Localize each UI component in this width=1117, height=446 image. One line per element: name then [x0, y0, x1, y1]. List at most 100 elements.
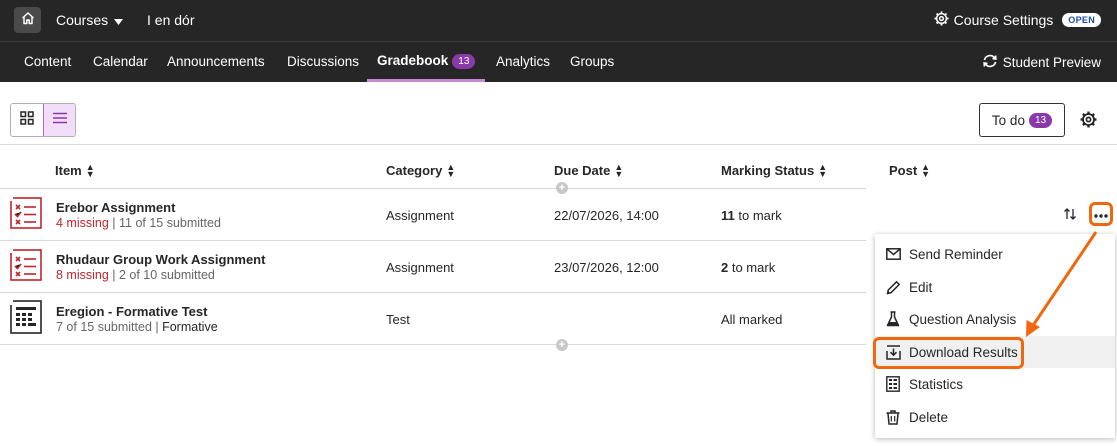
tab-analytics[interactable]: Analytics	[496, 54, 550, 69]
item-submission-summary: 4 missing | 11 of 15 submitted	[56, 216, 221, 230]
menu-item-question-analysis[interactable]: Question Analysis	[875, 303, 1115, 335]
grid-icon	[20, 110, 34, 130]
due-date-cell: 22/07/2026, 14:00	[554, 208, 659, 223]
todo-label: To do	[991, 112, 1025, 128]
menu-item-statistics[interactable]: Statistics	[875, 368, 1115, 400]
toolbar-divider	[0, 144, 1117, 145]
item-submission-summary: 8 missing | 2 of 10 submitted	[56, 268, 215, 282]
tab-groups[interactable]: Groups	[570, 54, 614, 69]
statistics-icon	[884, 375, 902, 393]
list-icon	[52, 111, 67, 129]
formative-label: Formative	[162, 320, 218, 334]
menu-item-label: Delete	[909, 409, 949, 425]
missing-count: 4 missing	[56, 216, 109, 230]
add-item-button[interactable]: +	[556, 182, 568, 194]
column-header-due-date[interactable]: Due Date ▲ ▼	[554, 162, 623, 178]
menu-item-label: Statistics	[909, 376, 964, 392]
marking-status-link[interactable]: 11 to mark	[721, 208, 782, 223]
course-nav: Content Calendar Announcements Discussio…	[0, 41, 1117, 82]
add-item-button[interactable]: +	[556, 339, 568, 351]
active-tab-indicator	[367, 79, 485, 82]
menu-item-send-reminder[interactable]: Send Reminder	[875, 238, 1115, 270]
tab-discussions[interactable]: Discussions	[287, 54, 359, 69]
category-cell: Assignment	[386, 260, 454, 275]
item-title-link[interactable]: Rhudaur Group Work Assignment	[56, 252, 265, 267]
missing-count: 8 missing	[56, 268, 109, 282]
course-settings-button[interactable]: Course Settings OPEN	[934, 11, 1101, 29]
flask-icon	[884, 310, 902, 328]
category-cell: Test	[386, 312, 410, 327]
courses-menu[interactable]: Courses	[56, 12, 124, 28]
student-preview-label: Student Preview	[1002, 55, 1101, 70]
item-title-link[interactable]: Erebor Assignment	[56, 200, 175, 215]
marking-status-link[interactable]: 2 to mark	[721, 260, 775, 275]
row-divider	[0, 240, 866, 241]
tab-content[interactable]: Content	[24, 54, 71, 69]
assignment-icon	[8, 195, 44, 236]
submitted-count: | 11 of 15 submitted	[108, 216, 221, 230]
sort-icon: ▲ ▼	[921, 161, 931, 179]
item-options-menu: Send Reminder Edit Question Analysis Dow…	[875, 234, 1115, 438]
column-header-post[interactable]: Post ▲ ▼	[889, 161, 931, 179]
column-header-label: Post	[889, 163, 918, 178]
caret-down-icon	[114, 12, 124, 28]
course-status-badge: OPEN	[1062, 13, 1101, 27]
course-name: I en dór	[147, 12, 195, 28]
home-icon	[21, 11, 35, 30]
more-options-button[interactable]	[1089, 202, 1113, 226]
menu-item-label: Question Analysis	[909, 311, 1017, 327]
column-header-label: Category	[386, 163, 443, 178]
row-divider	[0, 292, 866, 293]
pencil-icon	[884, 278, 902, 296]
item-title-link[interactable]: Eregion - Formative Test	[56, 304, 207, 319]
column-header-marking-status[interactable]: Marking Status ▲ ▼	[721, 161, 828, 179]
sort-icon: ▲ ▼	[818, 161, 828, 179]
gradebook-count-badge: 13	[452, 54, 476, 69]
column-header-label: Item	[55, 163, 82, 178]
column-header-label: Marking Status	[721, 163, 815, 178]
home-button[interactable]	[14, 7, 41, 33]
grid-view-button[interactable]	[11, 104, 43, 136]
more-icon	[1094, 205, 1108, 223]
view-toggle	[10, 103, 76, 137]
student-preview-button[interactable]: Student Preview	[982, 54, 1101, 71]
tab-gradebook-label: Gradebook	[377, 53, 449, 68]
refresh-icon	[982, 54, 998, 71]
tab-announcements[interactable]: Announcements	[167, 54, 265, 69]
sort-icon: ▲ ▼	[446, 161, 456, 179]
reorder-icon[interactable]	[1063, 207, 1077, 226]
submitted-count: 7 of 15 submitted |	[56, 320, 163, 334]
to-mark-count: 11	[721, 208, 735, 223]
column-header-item[interactable]: Item ▲ ▼	[55, 161, 95, 179]
item-submission-summary: 7 of 15 submitted | Formative	[56, 320, 218, 334]
top-bar: Courses I en dór Course Settings OPEN	[0, 0, 1117, 41]
column-header-label: Due Date	[554, 163, 611, 178]
menu-item-label: Edit	[909, 279, 933, 295]
todo-button[interactable]: To do 13	[979, 103, 1065, 137]
column-header-category[interactable]: Category ▲ ▼	[386, 161, 456, 179]
gradebook-settings-button[interactable]	[1080, 111, 1097, 133]
test-icon	[8, 299, 44, 340]
gear-icon	[1080, 111, 1097, 132]
sort-icon: ▲ ▼	[85, 161, 95, 179]
tab-calendar[interactable]: Calendar	[93, 54, 148, 69]
list-view-button[interactable]	[43, 104, 75, 136]
course-settings-label: Course Settings	[953, 12, 1054, 28]
row-divider	[0, 344, 866, 345]
menu-item-delete[interactable]: Delete	[875, 401, 1115, 433]
tab-gradebook[interactable]: Gradebook 13	[377, 53, 476, 69]
assignment-icon	[8, 247, 44, 288]
to-mark-label: to mark	[734, 208, 782, 223]
submitted-count: | 2 of 10 submitted	[108, 268, 215, 282]
due-date-cell: 23/07/2026, 12:00	[554, 260, 659, 275]
courses-label: Courses	[56, 12, 109, 28]
todo-count-badge: 13	[1028, 112, 1053, 128]
to-mark-label: to mark	[728, 260, 776, 275]
marking-status-cell: All marked	[721, 312, 783, 327]
gear-icon	[934, 11, 949, 29]
menu-item-edit[interactable]: Edit	[875, 271, 1115, 303]
header-divider	[0, 188, 866, 189]
trash-icon	[884, 408, 902, 426]
annotation-highlight	[873, 337, 1024, 369]
category-cell: Assignment	[386, 208, 454, 223]
